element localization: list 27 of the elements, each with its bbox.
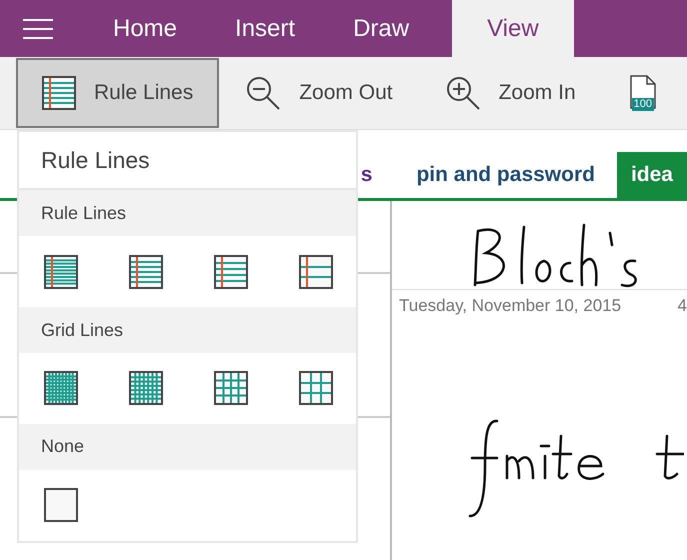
- ruled-paper-icon: [42, 76, 76, 110]
- section-tab[interactable]: idea: [616, 152, 687, 198]
- menu-tab[interactable]: View: [452, 0, 574, 57]
- grid-paper-icon[interactable]: [299, 371, 333, 406]
- ruled-paper-icon[interactable]: [129, 254, 163, 289]
- zoom-in-icon: [444, 75, 481, 111]
- zoom-out-icon: [245, 75, 282, 111]
- zoom-in-button[interactable]: Zoom In: [418, 58, 602, 128]
- grid-paper-icon[interactable]: [214, 371, 248, 406]
- menu-tab[interactable]: Insert: [210, 0, 320, 57]
- page-width-button[interactable]: 100: [602, 58, 684, 128]
- ruled-paper-icon[interactable]: [214, 254, 248, 289]
- blank-paper-icon[interactable]: [44, 488, 78, 522]
- page-date: Tuesday, November 10, 2015: [399, 296, 622, 316]
- ruled-paper-icon[interactable]: [44, 254, 78, 289]
- grid-paper-icon[interactable]: [129, 371, 163, 406]
- page-time: 4: [678, 296, 687, 316]
- grid-paper-icon[interactable]: [44, 371, 78, 406]
- menu-tab[interactable]: Draw: [328, 0, 434, 57]
- menu-tab[interactable]: Home: [88, 0, 202, 57]
- group-heading: Rule Lines: [19, 190, 356, 236]
- group-heading: None: [19, 424, 356, 470]
- rule-lines-button[interactable]: Rule Lines: [16, 58, 220, 128]
- section-tab[interactable]: pin and password: [394, 152, 617, 198]
- zoom-out-button[interactable]: Zoom Out: [219, 58, 419, 128]
- group-heading: Grid Lines: [19, 307, 356, 353]
- ruled-paper-icon[interactable]: [299, 254, 333, 289]
